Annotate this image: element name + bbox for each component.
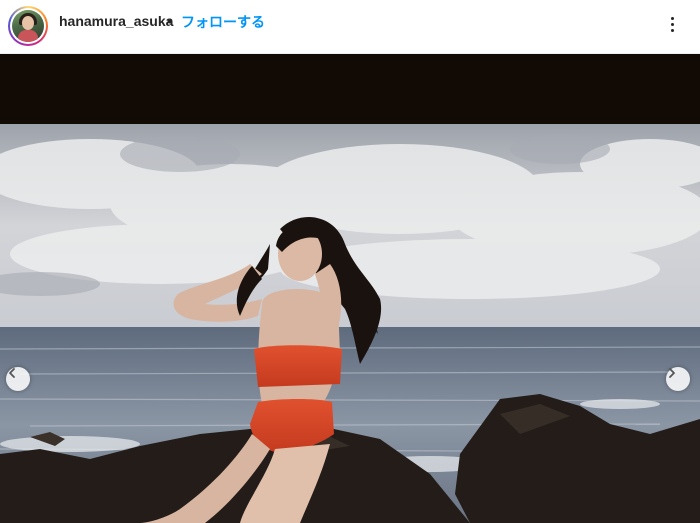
avatar-border	[10, 8, 46, 44]
more-dot	[670, 22, 674, 26]
follow-button[interactable]: フォローする	[181, 12, 265, 32]
separator-dot: •	[167, 13, 172, 29]
avatar-body	[18, 30, 38, 42]
post-photo[interactable]	[0, 54, 700, 523]
chevron-left-icon	[9, 368, 15, 378]
top-band	[0, 54, 700, 124]
more-dot	[670, 16, 674, 20]
chevron-right-icon	[669, 368, 675, 378]
post-header: hanamura_asuka • フォローする	[0, 0, 700, 54]
avatar-face	[22, 16, 34, 30]
username-link[interactable]: hanamura_asuka	[59, 13, 173, 29]
previous-photo-button[interactable]	[6, 367, 30, 391]
more-options-icon[interactable]	[660, 12, 684, 36]
photo-illustration	[0, 54, 700, 523]
avatar[interactable]	[8, 6, 48, 46]
avatar-image	[12, 10, 44, 42]
more-dot	[670, 28, 674, 32]
next-photo-button[interactable]	[666, 367, 690, 391]
